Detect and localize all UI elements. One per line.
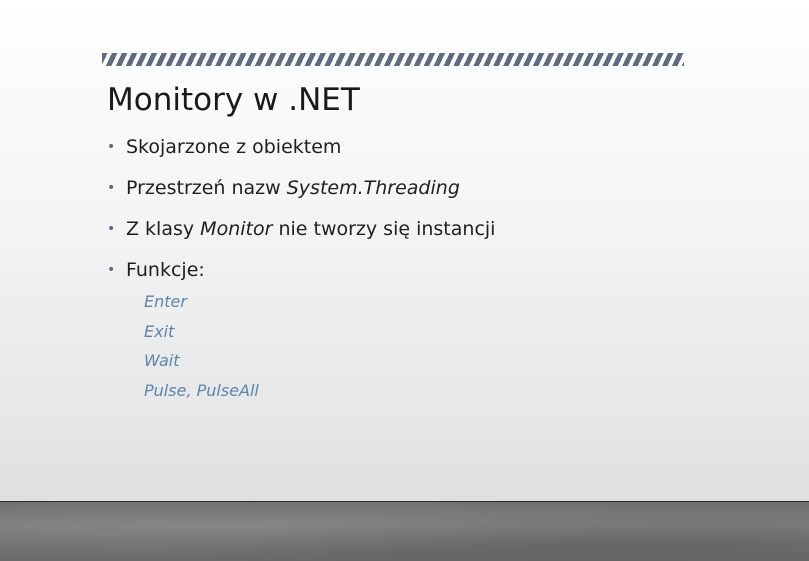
bullet-item: • Przestrzeń nazw System.Threading: [107, 174, 495, 202]
bullet-text-prefix: Z klasy: [126, 218, 201, 240]
decorative-stripe-bar: [102, 53, 684, 66]
bullet-icon: •: [107, 221, 116, 237]
sub-item-wait: Wait: [144, 351, 180, 370]
concrete-floor-band: [0, 502, 809, 561]
sub-item-exit: Exit: [144, 321, 175, 341]
bullet-icon: •: [107, 262, 116, 278]
bullet-text-italic: Monitor: [200, 218, 273, 240]
sub-item-pulse: Pulse, PulseAll: [144, 380, 259, 400]
bullet-text-suffix: nie tworzy się instancji: [272, 218, 496, 240]
bullet-text-prefix: Przestrzeń nazw: [126, 177, 287, 199]
slide-title: Monitory w .NET: [107, 82, 360, 118]
sub-item-enter: Enter: [144, 292, 187, 311]
bullet-icon: •: [107, 139, 116, 155]
bullet-text-italic: System.Threading: [286, 177, 460, 199]
bullet-item: • Z klasy Monitor nie tworzy się instanc…: [107, 215, 495, 243]
bullet-text: Funkcje:: [126, 259, 205, 281]
bullet-item: • Skojarzone z obiektem: [107, 133, 495, 161]
bullet-icon: •: [107, 180, 116, 196]
slide: Monitory w .NET • Skojarzone z obiektem …: [0, 0, 809, 561]
bullet-list: • Skojarzone z obiektem • Przestrzeń naz…: [107, 133, 495, 297]
bullet-text: Skojarzone z obiektem: [126, 136, 342, 158]
function-sub-list: Enter Exit Wait Pulse, PulseAll: [144, 287, 259, 405]
bullet-item: • Funkcje:: [107, 256, 495, 284]
